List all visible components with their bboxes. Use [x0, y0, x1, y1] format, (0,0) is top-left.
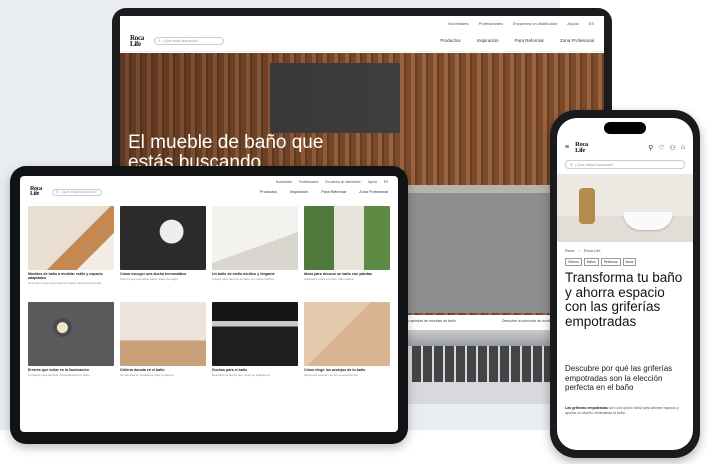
article-desc: Tendencias en acabados para tu grifería: [120, 373, 174, 378]
search-placeholder: ¿Qué estás buscando?: [60, 190, 97, 194]
language-selector[interactable]: ES: [384, 180, 388, 184]
article-title[interactable]: Cómo escoger una ducha termostática: [120, 272, 206, 276]
util-link[interactable]: Novedades: [448, 21, 468, 26]
nav-item-productos[interactable]: Productos: [260, 190, 277, 194]
search-icon[interactable]: ⚲: [648, 144, 653, 152]
article-hero-image: [557, 174, 693, 242]
article-card[interactable]: Ideas para decorar un baño con plantas I…: [304, 206, 390, 286]
language-selector[interactable]: ES: [589, 21, 594, 26]
article-desc: Guía para acertar con los revestimientos: [304, 373, 359, 378]
article-image[interactable]: [212, 206, 298, 270]
article-card[interactable]: Grifería dorada en el baño Tendencias en…: [120, 302, 206, 378]
article-image[interactable]: [304, 206, 390, 270]
brand-logo[interactable]: Roca Life: [575, 142, 588, 153]
phone-notch: [604, 122, 646, 134]
phone-screen: ≡ Roca Life ⚲ ♡ ⚇ ⌂ ⚲ ¿Qué estás buscand…: [557, 118, 693, 450]
article-card[interactable]: Cómo elegir los azulejos de tu baño Guía…: [304, 302, 390, 378]
tablet-utility-bar: Novedades Profesionales Encuentra un dis…: [20, 176, 398, 184]
article-title: Transforma tu baño y ahorra espacio con …: [565, 270, 683, 329]
article-desc: Inspiración para un baño más natural: [304, 277, 354, 282]
nav-item-inspiracion[interactable]: Inspiración: [477, 38, 499, 43]
main-nav: Productos Inspiración Para Reformar Zona…: [440, 38, 594, 43]
brand-logo[interactable]: Roca Life: [30, 186, 42, 197]
article-body-bold: Las griferías empotradas: [565, 406, 608, 410]
article-desc: Descubre la ducha que mejor se adapta a …: [212, 373, 271, 378]
phone-header: ≡ Roca Life ⚲ ♡ ⚇ ⌂: [557, 142, 693, 153]
article-title[interactable]: Un baño de estilo nórdico y elegante: [212, 272, 298, 276]
tag[interactable]: Reformas: [600, 258, 621, 266]
article-card[interactable]: Errores que evitar en la iluminación Con…: [28, 302, 114, 378]
laptop-utility-bar: Novedades Profesionales Encuentra un dis…: [120, 16, 604, 30]
tag-list: Grifería Baños Reformas Ideas: [565, 258, 637, 266]
article-title[interactable]: Errores que evitar en la iluminación: [28, 368, 114, 372]
search-icon: ⚲: [570, 163, 573, 167]
article-card[interactable]: Duchas para el baño Descubre la ducha qu…: [212, 302, 298, 378]
search-input[interactable]: ⚲ ¿Qué estás buscando?: [51, 188, 102, 196]
article-title[interactable]: Ideas para decorar un baño con plantas: [304, 272, 390, 276]
article-image[interactable]: [120, 206, 206, 270]
util-link[interactable]: Encuentra un distribuidor: [325, 180, 360, 184]
article-desc: Consejos para iluminar correctamente tu …: [28, 373, 90, 378]
search-icon: ⚲: [55, 190, 59, 194]
search-input[interactable]: ⚲ ¿Qué estás buscando?: [153, 36, 224, 45]
nav-item-profesional[interactable]: Zona Profesional: [359, 190, 388, 194]
article-title[interactable]: Muebles de baño a medida: estilo y espac…: [28, 272, 114, 280]
tag[interactable]: Grifería: [565, 258, 582, 266]
tablet-screen: Novedades Profesionales Encuentra un dis…: [20, 176, 398, 432]
util-link[interactable]: Ayuda: [567, 21, 578, 26]
tag[interactable]: Ideas: [622, 258, 637, 266]
breadcrumb: Roca › Roca Life: [565, 248, 601, 253]
user-icon[interactable]: ⚇: [669, 144, 675, 152]
brand-logo[interactable]: Roca Life: [130, 34, 144, 47]
article-title[interactable]: Duchas para el baño: [212, 368, 298, 372]
article-image[interactable]: [304, 302, 390, 366]
tag[interactable]: Baños: [583, 258, 599, 266]
breadcrumb-item[interactable]: Roca: [565, 248, 574, 253]
util-link[interactable]: Novedades: [276, 180, 292, 184]
util-link[interactable]: Profesionales: [299, 180, 318, 184]
util-link[interactable]: Profesionales: [479, 21, 503, 26]
menu-icon[interactable]: ≡: [565, 144, 569, 151]
util-link[interactable]: Ayuda: [368, 180, 377, 184]
hero-towel: [579, 188, 595, 224]
laptop-header: Roca Life ⚲ ¿Qué estás buscando? Product…: [120, 30, 604, 52]
article-desc: Todo lo que necesitas saber antes de ele…: [120, 277, 178, 282]
article-title[interactable]: Cómo elegir los azulejos de tu baño: [304, 368, 390, 372]
nav-item-reformar[interactable]: Para Reformar: [321, 190, 346, 194]
article-card[interactable]: Un baño de estilo nórdico y elegante Cla…: [212, 206, 298, 286]
article-image[interactable]: [28, 206, 114, 270]
nav-item-reformar[interactable]: Para Reformar: [514, 38, 544, 43]
heart-icon[interactable]: ♡: [658, 144, 664, 152]
logo-line: Life: [575, 146, 586, 154]
nav-item-productos[interactable]: Productos: [440, 38, 460, 43]
search-input[interactable]: ⚲ ¿Qué estás buscando?: [565, 160, 685, 169]
phone-header-icons: ⚲ ♡ ⚇ ⌂: [648, 144, 685, 152]
article-image[interactable]: [212, 302, 298, 366]
article-title[interactable]: Grifería dorada en el baño: [120, 368, 206, 372]
chevron-right-icon: ›: [578, 248, 580, 253]
article-desc: Descubre cómo encontrar el mueble ideal …: [28, 281, 102, 286]
article-grid: Muebles de baño a medida: estilo y espac…: [20, 200, 398, 384]
article-body: Las griferías empotradas son una opción …: [565, 406, 685, 416]
search-placeholder: ¿Qué estás buscando?: [574, 162, 615, 167]
cart-icon[interactable]: ⌂: [681, 144, 685, 152]
article-subtitle: Descubre por qué las griferías empotrada…: [565, 364, 673, 392]
article-card[interactable]: Muebles de baño a medida: estilo y espac…: [28, 206, 114, 286]
breadcrumb-item[interactable]: Roca Life: [584, 248, 601, 253]
article-card[interactable]: Cómo escoger una ducha termostática Todo…: [120, 206, 206, 286]
article-image[interactable]: [120, 302, 206, 366]
search-placeholder: ¿Qué estás buscando?: [162, 38, 199, 43]
nav-item-inspiracion[interactable]: Inspiración: [290, 190, 308, 194]
logo-line: Life: [30, 191, 40, 197]
util-link[interactable]: Encuentra un distribuidor: [513, 21, 557, 26]
article-image[interactable]: [28, 302, 114, 366]
nav-item-profesional[interactable]: Zona Profesional: [560, 38, 594, 43]
article-desc: Claves para decorar tu baño con estilo n…: [212, 277, 275, 282]
search-icon: ⚲: [157, 38, 161, 43]
main-nav: Productos Inspiración Para Reformar Zona…: [260, 190, 388, 194]
tablet-header: Roca Life ⚲ ¿Qué estás buscando? Product…: [20, 184, 398, 200]
